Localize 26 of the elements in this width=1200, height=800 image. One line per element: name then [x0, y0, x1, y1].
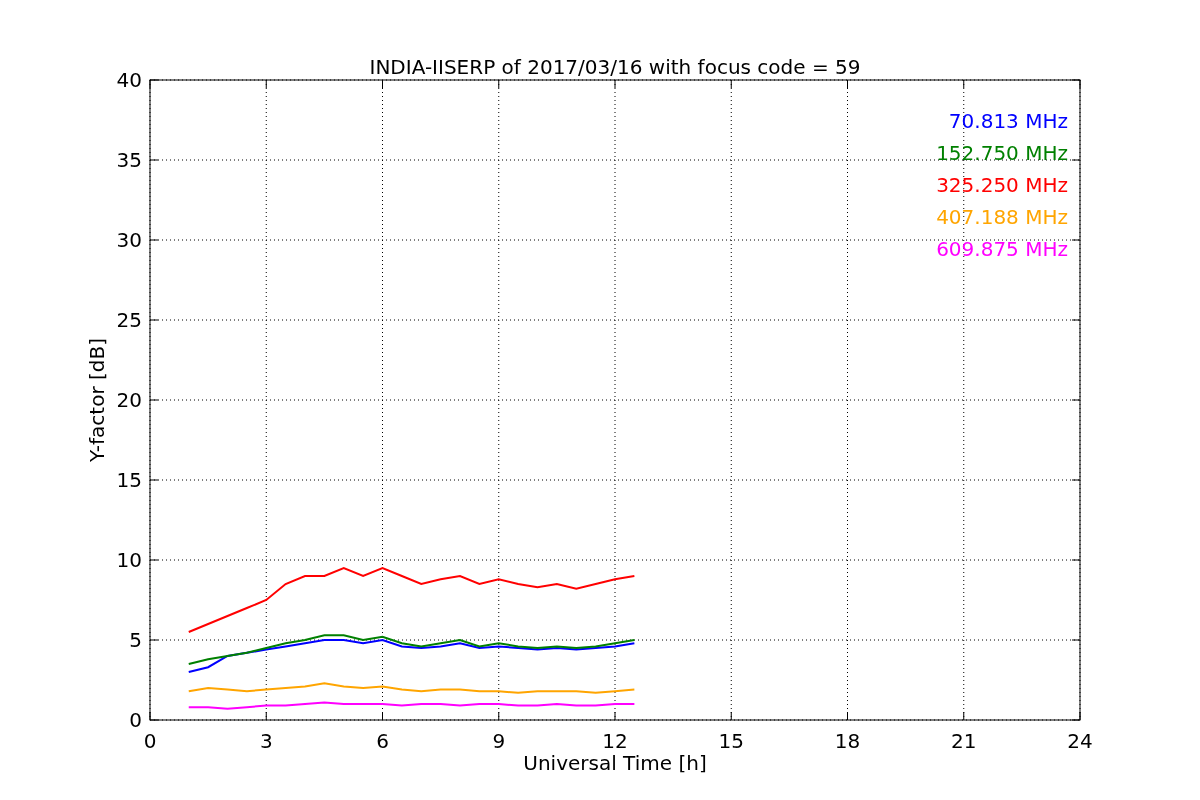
axis-label: Universal Time [h]	[523, 751, 707, 775]
legend-label: 609.875 MHz	[936, 237, 1068, 261]
tick-label: 15	[718, 729, 744, 753]
tick-label: 9	[492, 729, 506, 753]
tick-label: 20	[116, 388, 142, 412]
tick-label: 24	[1067, 729, 1093, 753]
tick-label: 0	[129, 708, 142, 732]
tick-label: 5	[129, 628, 142, 652]
legend-label: 152.750 MHz	[936, 141, 1068, 165]
legend-label: 325.250 MHz	[936, 173, 1068, 197]
tick-label: 3	[259, 729, 273, 753]
tick-label: 18	[834, 729, 861, 753]
tick-label: 40	[116, 68, 142, 92]
tick-label: 10	[116, 548, 142, 572]
tick-label: 35	[116, 148, 142, 172]
tick-label: 12	[602, 729, 628, 753]
legend-label: 407.188 MHz	[936, 205, 1068, 229]
tick-label: 21	[951, 729, 977, 753]
tick-label: 15	[116, 468, 142, 492]
legend-label: 70.813 MHz	[948, 109, 1068, 133]
tick-label: 30	[116, 228, 142, 252]
tick-label: 25	[116, 308, 142, 332]
axis-label: Y-factor [dB]	[85, 338, 109, 462]
tick-label: 6	[376, 729, 389, 753]
chart-title: INDIA-IISERP of 2017/03/16 with focus code = 59	[369, 55, 861, 79]
tick-label: 0	[143, 729, 157, 753]
